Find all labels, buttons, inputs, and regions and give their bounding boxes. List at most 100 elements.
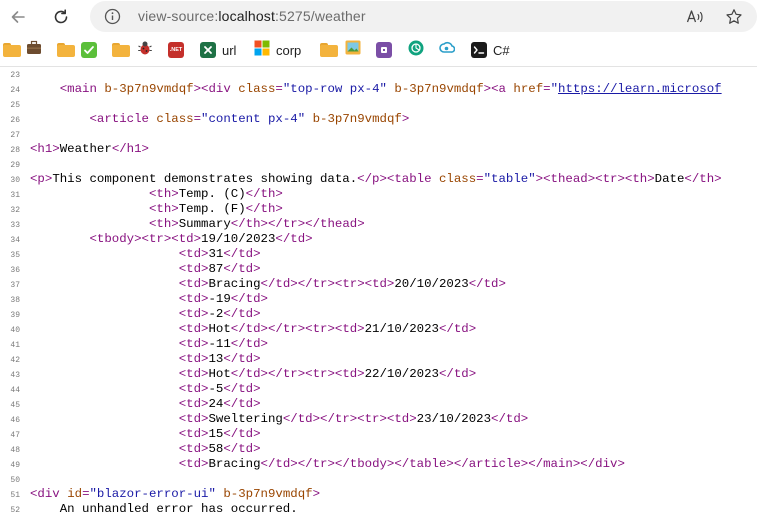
source-code: <th>Summary</th></tr></thead> xyxy=(30,217,365,232)
bookmark-folder-3[interactable] xyxy=(112,41,130,59)
tag-token: </td></tr><tr><td> xyxy=(230,367,365,381)
bookmarks-bar: .NET url corp C# xyxy=(0,34,757,67)
tag-token: > xyxy=(401,112,410,126)
bookmark-corp[interactable]: corp xyxy=(254,40,301,59)
tag-token: <td> xyxy=(178,307,209,321)
bookmark-folder-1[interactable] xyxy=(3,41,21,59)
attribute-value: "table" xyxy=(483,172,536,186)
tag-token: = xyxy=(543,82,551,96)
code-text: 19/10/2023 xyxy=(201,232,276,246)
code-text: 24 xyxy=(208,397,224,411)
bookmark-chatgpt[interactable] xyxy=(408,40,424,59)
bookmark-bug[interactable] xyxy=(137,41,153,59)
source-code: <td>15</td> xyxy=(30,427,261,442)
source-line: 38 <td>-19</td> xyxy=(0,292,757,307)
attribute-name: class xyxy=(238,82,276,96)
line-number: 32 xyxy=(10,206,20,215)
line-number: 51 xyxy=(10,491,20,500)
bookmark-dotnet[interactable]: .NET xyxy=(168,41,184,59)
address-bar[interactable]: view-source:localhost:5275/weather xyxy=(90,1,757,32)
tag-token: <td> xyxy=(178,397,209,411)
tag-token: <article xyxy=(89,112,157,126)
tag-token xyxy=(305,112,312,126)
tag-token: </td></tr><tr><td> xyxy=(282,412,417,426)
code-text: Summary xyxy=(178,217,231,231)
favorite-star-icon[interactable] xyxy=(724,7,744,27)
info-icon[interactable] xyxy=(104,8,121,25)
line-number: 27 xyxy=(10,131,20,140)
reload-button[interactable] xyxy=(48,4,74,30)
tag-token: <p> xyxy=(30,172,53,186)
terminal-icon xyxy=(471,42,487,58)
read-aloud-icon[interactable] xyxy=(685,7,705,27)
bookmark-url[interactable]: url xyxy=(200,41,236,59)
code-text: Sweltering xyxy=(208,412,283,426)
code-text: 22/10/2023 xyxy=(364,367,439,381)
tag-token: <td> xyxy=(178,322,209,336)
code-text: Temp. (C) xyxy=(178,187,246,201)
line-number: 23 xyxy=(10,71,20,80)
source-line: 47 <td>15</td> xyxy=(0,427,757,442)
dotnet-label: .NET xyxy=(169,47,183,53)
image-icon xyxy=(345,40,361,60)
tag-token: > xyxy=(312,487,321,501)
tag-token: </td> xyxy=(223,262,261,276)
bookmark-check[interactable] xyxy=(81,41,97,59)
source-line: 51 <div id="blazor-error-ui" b-3p7n9vmdqf… xyxy=(0,487,757,502)
source-line: 23 xyxy=(0,67,757,82)
url-scheme: view-source: xyxy=(138,8,219,24)
source-code: <p>This component demonstrates showing d… xyxy=(30,172,722,187)
source-code: <td>Hot</td></tr><tr><td>21/10/2023</td> xyxy=(30,322,476,337)
tag-token: <td> xyxy=(178,382,209,396)
tag-token: </th> xyxy=(684,172,722,186)
bookmark-briefcase[interactable] xyxy=(26,40,42,59)
tag-token: <td> xyxy=(178,352,209,366)
source-line: 36 <td>87</td> xyxy=(0,262,757,277)
tag-token: </td></tr><tr><td> xyxy=(230,322,365,336)
bookmark-puzzle[interactable] xyxy=(376,41,392,59)
tag-token: <thead><tr><th> xyxy=(543,172,655,186)
tag-token: <th> xyxy=(148,187,179,201)
source-line: 32 <th>Temp. (F)</th> xyxy=(0,202,757,217)
source-code: <article class="content px-4" b-3p7n9vmd… xyxy=(30,112,410,127)
source-line: 25 xyxy=(0,97,757,112)
tag-token: </h1> xyxy=(111,142,149,156)
code-text: Temp. (F) xyxy=(178,202,246,216)
reload-icon xyxy=(52,8,70,26)
code-text: 31 xyxy=(208,247,224,261)
line-number: 34 xyxy=(10,236,20,245)
line-number: 44 xyxy=(10,386,20,395)
source-line: 37 <td>Bracing</td></tr><tr><td>20/10/20… xyxy=(0,277,757,292)
code-text: 58 xyxy=(208,442,224,456)
bookmark-folder-2[interactable] xyxy=(57,41,75,59)
source-link[interactable]: https://learn.microsof xyxy=(558,82,722,96)
bookmark-folder-4[interactable] xyxy=(320,41,338,59)
bookmark-csharp[interactable]: C# xyxy=(471,41,510,59)
back-button[interactable] xyxy=(5,4,31,30)
source-line: 29 xyxy=(0,157,757,172)
url-text[interactable]: view-source:localhost:5275/weather xyxy=(138,8,366,24)
tag-token: </td> xyxy=(438,367,477,381)
code-text: Weather xyxy=(59,142,112,156)
tag-token: <th> xyxy=(148,202,179,216)
bookmark-label-url: url xyxy=(222,42,237,58)
bookmark-cloud[interactable] xyxy=(439,41,456,59)
tag-token: <td> xyxy=(178,427,209,441)
code-text: Hot xyxy=(208,367,231,381)
code-text: -2 xyxy=(208,307,224,321)
source-code: <td>31</td> xyxy=(30,247,261,262)
source-line: 46 <td>Sweltering</td></tr><tr><td>23/10… xyxy=(0,412,757,427)
source-code: <tbody><tr><td>19/10/2023</td> xyxy=(30,232,313,247)
bookmark-image[interactable] xyxy=(345,40,361,60)
tag-token: <td> xyxy=(178,277,209,291)
source-line: 49 <td>Bracing</td></tr></tbody></table>… xyxy=(0,457,757,472)
